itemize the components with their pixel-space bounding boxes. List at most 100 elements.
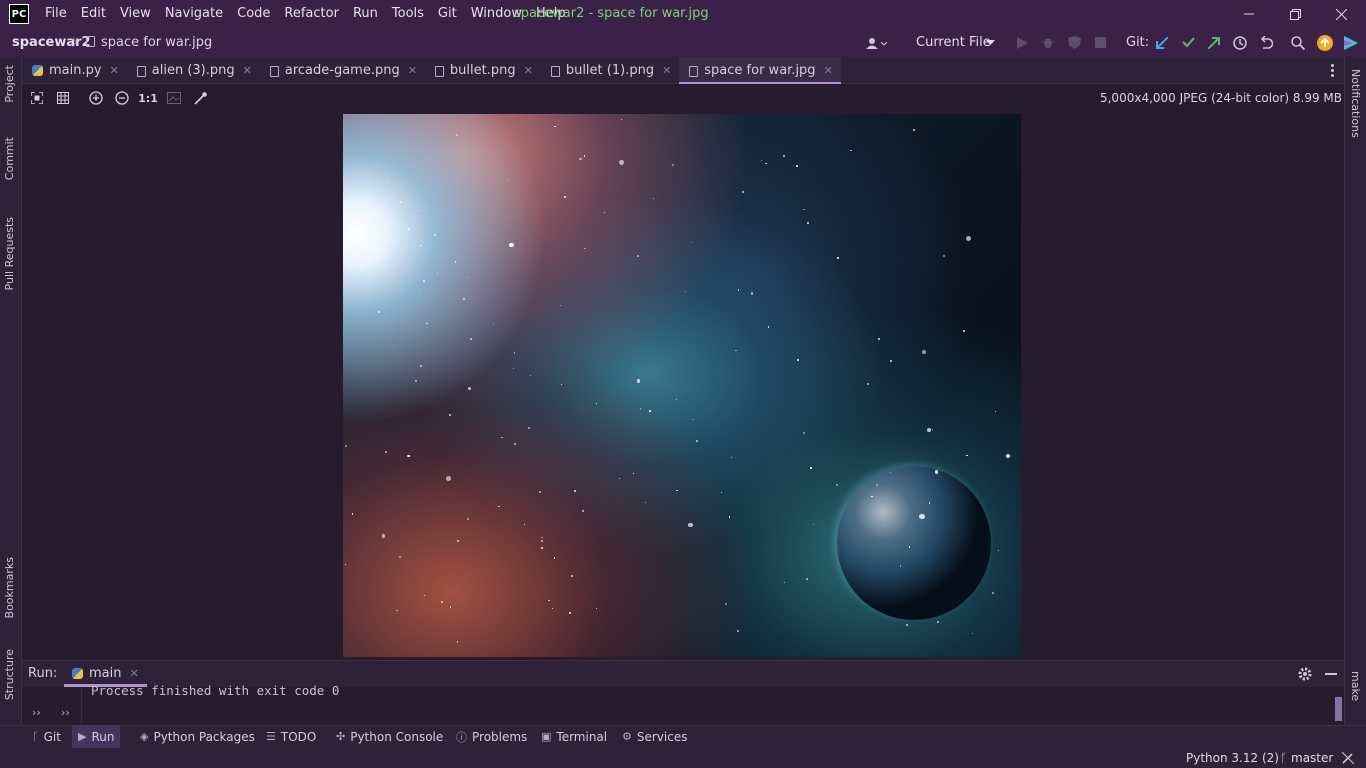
tab-options-button[interactable] bbox=[1324, 57, 1340, 84]
star-dot bbox=[469, 338, 472, 341]
image-file-icon bbox=[86, 36, 95, 47]
star-dot bbox=[797, 359, 800, 362]
hide-panel-button[interactable] bbox=[1321, 664, 1341, 684]
add-user-icon[interactable] bbox=[864, 28, 890, 57]
toggle-grid-button[interactable] bbox=[51, 84, 75, 112]
menu-file[interactable]: File bbox=[38, 0, 74, 28]
status-lock-button[interactable] bbox=[1340, 750, 1356, 766]
fit-to-window-icon bbox=[31, 92, 43, 104]
close-tab-icon[interactable]: ✕ bbox=[129, 667, 138, 680]
toolwindow-python-packages[interactable]: ◈ Python Packages bbox=[134, 725, 261, 748]
debug-button[interactable] bbox=[1035, 28, 1061, 57]
color-picker-button[interactable] bbox=[188, 84, 212, 112]
tab-arcade-game-png[interactable]: arcade-game.png ✕ bbox=[260, 57, 425, 84]
run-config-dropdown[interactable]: Current File bbox=[906, 31, 1002, 54]
restore-button[interactable] bbox=[1272, 0, 1318, 28]
image-background-icon bbox=[167, 92, 181, 104]
tool-make[interactable]: make bbox=[1349, 671, 1362, 701]
git-label: Git: bbox=[1126, 35, 1150, 50]
run-settings-button[interactable] bbox=[1295, 664, 1315, 684]
fit-zoom-button[interactable] bbox=[25, 84, 49, 112]
coverage-button[interactable] bbox=[1061, 28, 1087, 57]
breadcrumb-file[interactable]: space for war.jpg bbox=[86, 28, 212, 57]
star-dot bbox=[467, 276, 469, 278]
star-dot bbox=[396, 609, 398, 611]
star-dot bbox=[890, 360, 892, 362]
menu-view[interactable]: View bbox=[113, 0, 158, 28]
close-tab-icon[interactable]: ✕ bbox=[662, 64, 671, 77]
toolwindow-label: Run bbox=[91, 729, 115, 744]
star-dot bbox=[596, 607, 598, 609]
tab-main-py[interactable]: main.py ✕ bbox=[22, 57, 127, 84]
menu-navigate[interactable]: Navigate bbox=[158, 0, 230, 28]
menu-run[interactable]: Run bbox=[346, 0, 385, 28]
close-tab-icon[interactable]: ✕ bbox=[243, 64, 252, 77]
scroll-to-end-icon[interactable]: ›› bbox=[32, 706, 41, 719]
tab-bullet-png[interactable]: bullet.png ✕ bbox=[425, 57, 541, 84]
star-dot bbox=[810, 467, 813, 470]
close-tab-icon[interactable]: ✕ bbox=[524, 64, 533, 77]
soft-wrap-icon[interactable]: ›› bbox=[61, 706, 70, 719]
run-button[interactable] bbox=[1009, 28, 1035, 57]
menu-refactor[interactable]: Refactor bbox=[277, 0, 346, 28]
background-button[interactable] bbox=[162, 84, 186, 112]
close-tab-icon[interactable]: ✕ bbox=[110, 64, 119, 77]
star-dot bbox=[899, 565, 902, 567]
user-icon bbox=[866, 37, 888, 49]
tab-space-for-war-jpg[interactable]: space for war.jpg ✕ bbox=[679, 56, 841, 85]
git-branch-status[interactable]: ᚴ master bbox=[1280, 748, 1333, 768]
git-history-button[interactable] bbox=[1227, 28, 1253, 57]
toolwindow-python-console[interactable]: ✣ Python Console bbox=[330, 725, 449, 748]
tool-project[interactable]: Project bbox=[3, 65, 16, 103]
toolwindow-terminal[interactable]: ▣ Terminal bbox=[535, 725, 613, 748]
tab-alien-3-png[interactable]: alien (3).png ✕ bbox=[127, 57, 260, 84]
toolwindow-run[interactable]: ▶ Run bbox=[72, 725, 121, 748]
tool-bookmarks[interactable]: Bookmarks bbox=[3, 557, 16, 618]
zoom-out-button[interactable] bbox=[110, 84, 134, 112]
ide-update-button[interactable] bbox=[1312, 28, 1338, 57]
toolwindow-problems[interactable]: ⓘ Problems bbox=[450, 725, 533, 748]
git-rollback-button[interactable] bbox=[1253, 28, 1279, 57]
menu-tools[interactable]: Tools bbox=[385, 0, 431, 28]
star-dot bbox=[620, 118, 623, 121]
toolwindow-services[interactable]: ⚙ Services bbox=[616, 725, 693, 748]
toolwindow-label: Python Console bbox=[350, 729, 444, 744]
ai-assistant-icon bbox=[1344, 35, 1358, 50]
toolwindow-git[interactable]: ᚴ Git bbox=[26, 725, 67, 748]
jetbrains-ai-button[interactable] bbox=[1338, 28, 1364, 57]
menu-edit[interactable]: Edit bbox=[74, 0, 113, 28]
tab-bullet-1-png[interactable]: bullet (1).png ✕ bbox=[541, 57, 679, 84]
tool-commit[interactable]: Commit bbox=[3, 137, 16, 180]
star-dot bbox=[574, 490, 576, 492]
toolwindow-todo[interactable]: ☰ TODO bbox=[260, 725, 322, 748]
tool-notifications[interactable]: Notifications bbox=[1349, 69, 1362, 138]
actual-size-button[interactable]: 1:1 bbox=[136, 84, 160, 112]
close-tab-icon[interactable]: ✕ bbox=[824, 64, 833, 77]
menu-code[interactable]: Code bbox=[230, 0, 277, 28]
zoom-in-button[interactable] bbox=[84, 84, 108, 112]
minimize-button[interactable] bbox=[1226, 0, 1272, 28]
image-file-icon bbox=[434, 65, 444, 77]
star-dot bbox=[937, 621, 939, 623]
star-dot bbox=[387, 180, 390, 183]
star-dot bbox=[420, 244, 423, 247]
tool-pull-requests[interactable]: Pull Requests bbox=[3, 217, 16, 290]
git-push-button[interactable] bbox=[1201, 28, 1227, 57]
console-scrollbar[interactable] bbox=[1335, 697, 1342, 721]
status-bar bbox=[0, 748, 1366, 768]
search-everywhere-button[interactable] bbox=[1285, 28, 1311, 57]
star-dot bbox=[737, 630, 740, 632]
eyedropper-icon bbox=[193, 91, 207, 105]
star-dot bbox=[672, 163, 674, 166]
python-interpreter-status[interactable]: Python 3.12 (2) bbox=[1186, 748, 1279, 768]
git-commit-button[interactable] bbox=[1175, 28, 1201, 57]
close-window-button[interactable] bbox=[1318, 0, 1364, 28]
git-update-button[interactable] bbox=[1149, 28, 1175, 57]
zoom-out-icon bbox=[115, 91, 129, 105]
stop-button[interactable] bbox=[1087, 28, 1113, 57]
tool-structure[interactable]: Structure bbox=[3, 649, 16, 700]
menu-git[interactable]: Git bbox=[431, 0, 464, 28]
services-icon: ⚙ bbox=[622, 730, 632, 743]
close-tab-icon[interactable]: ✕ bbox=[408, 64, 417, 77]
star-dot bbox=[501, 436, 503, 439]
